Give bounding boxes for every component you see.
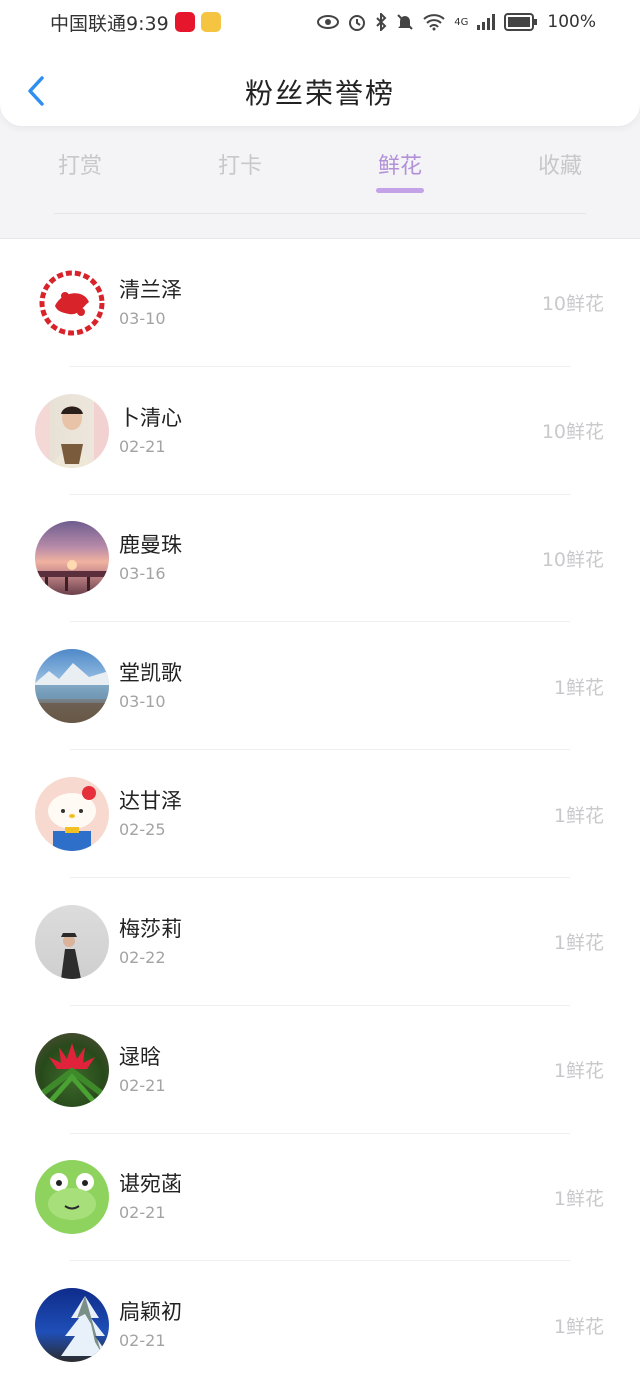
weibo-icon xyxy=(174,12,195,32)
avatar[interactable] xyxy=(35,265,109,340)
app-notification-icon xyxy=(200,12,221,32)
signal-icon xyxy=(477,14,496,30)
mountain-lake-avatar xyxy=(35,663,109,724)
green-frog-avatar xyxy=(48,1173,96,1221)
page-title: 粉丝荣誉榜 xyxy=(244,77,395,110)
tab-label: 收藏 xyxy=(537,154,582,179)
avatar[interactable] xyxy=(35,521,109,596)
flower-amount: 1鲜花 xyxy=(553,1187,604,1210)
flower-amount: 1鲜花 xyxy=(553,804,604,827)
avatar[interactable] xyxy=(35,1160,109,1235)
tab-label: 鲜花 xyxy=(377,154,422,179)
network-type: 4G xyxy=(454,16,469,28)
red-flower-avatar xyxy=(41,1042,103,1105)
eye-icon xyxy=(317,15,340,29)
date: 02-22 xyxy=(119,947,166,967)
snowy-tree-avatar xyxy=(61,1296,109,1357)
user-name: 梅莎莉 xyxy=(119,916,182,941)
list-item[interactable]: 达甘泽 02-25 1鲜花 xyxy=(0,750,640,878)
tab-label: 打卡 xyxy=(217,154,262,179)
list-item[interactable]: 逯晗 02-21 1鲜花 xyxy=(0,1006,640,1134)
flower-amount: 10鲜花 xyxy=(541,421,604,444)
carrier-time: 中国联通9:39 xyxy=(50,12,169,35)
flower-amount: 10鲜花 xyxy=(541,293,604,316)
sunset-pier-avatar xyxy=(35,560,109,592)
wifi-icon xyxy=(423,14,445,31)
alarm-icon xyxy=(349,15,366,31)
date: 02-25 xyxy=(119,820,166,840)
date: 03-16 xyxy=(119,564,166,584)
user-name: 卜清心 xyxy=(119,405,182,430)
date: 02-21 xyxy=(119,1331,166,1351)
list-item[interactable]: 谌宛菡 02-21 1鲜花 xyxy=(0,1134,640,1262)
hello-kitty-avatar xyxy=(48,786,96,852)
list-item[interactable]: 扃颖初 02-21 1鲜花 xyxy=(0,1261,640,1387)
list-item[interactable]: 梅莎莉 02-22 1鲜花 xyxy=(0,878,640,1006)
avatar[interactable] xyxy=(35,649,109,724)
flower-amount: 1鲜花 xyxy=(553,932,604,955)
date: 02-21 xyxy=(119,1203,166,1223)
avatar[interactable] xyxy=(35,777,109,852)
user-name: 逯晗 xyxy=(119,1044,161,1069)
bluetooth-icon xyxy=(376,13,387,31)
list-item[interactable]: 鹿曼珠 03-16 10鲜花 xyxy=(0,495,640,623)
woman-photo-avatar xyxy=(53,405,91,468)
user-name: 鹿曼珠 xyxy=(119,533,182,558)
flower-amount: 1鲜花 xyxy=(553,1315,604,1338)
avatar[interactable] xyxy=(35,393,109,468)
battery-icon xyxy=(504,13,538,31)
top-header: 中国联通9:39 4G 100% 粉丝荣誉榜 xyxy=(0,0,640,126)
date: 03-10 xyxy=(119,308,166,328)
tab-label: 打赏 xyxy=(57,154,102,179)
list-item[interactable]: 卜清心 02-21 10鲜花 xyxy=(0,367,640,495)
avatar[interactable] xyxy=(35,1288,109,1363)
user-name: 谌宛菡 xyxy=(119,1172,182,1197)
paper-cut-avatar xyxy=(39,270,105,336)
person-wall-avatar xyxy=(61,932,81,979)
tab-favorites[interactable]: 收藏 xyxy=(480,138,640,198)
status-bar: 中国联通9:39 4G 100% xyxy=(0,0,640,44)
avatar[interactable] xyxy=(35,904,109,979)
mute-bell-icon xyxy=(397,14,413,30)
tab-flowers[interactable]: 鲜花 xyxy=(320,138,480,198)
flower-amount: 10鲜花 xyxy=(541,548,604,571)
flower-amount: 1鲜花 xyxy=(553,676,604,699)
fan-list: 清兰泽 03-10 10鲜花 卜清心 02-21 10鲜花 鹿曼珠 03-16 … xyxy=(0,238,640,1387)
divider xyxy=(54,213,586,214)
active-tab-indicator xyxy=(376,188,424,193)
user-name: 达甘泽 xyxy=(119,789,182,814)
battery-percent: 100% xyxy=(547,12,596,32)
user-name: 堂凯歌 xyxy=(119,661,182,686)
date: 03-10 xyxy=(119,692,166,712)
user-name: 扃颖初 xyxy=(119,1300,182,1325)
avatar[interactable] xyxy=(35,1032,109,1107)
tab-reward[interactable]: 打赏 xyxy=(0,138,160,198)
tab-checkin[interactable]: 打卡 xyxy=(160,138,320,198)
list-item[interactable]: 堂凯歌 03-10 1鲜花 xyxy=(0,622,640,750)
tab-bar: 打赏 打卡 鲜花 收藏 xyxy=(0,138,640,198)
user-name: 清兰泽 xyxy=(119,277,182,302)
date: 02-21 xyxy=(119,1075,166,1095)
flower-amount: 1鲜花 xyxy=(553,1060,604,1083)
date: 02-21 xyxy=(119,436,166,456)
list-item[interactable]: 清兰泽 03-10 10鲜花 xyxy=(0,239,640,367)
